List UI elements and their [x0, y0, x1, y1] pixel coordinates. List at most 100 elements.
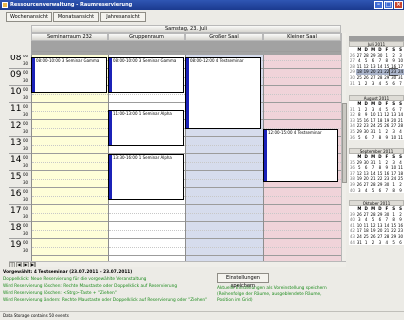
vertical-scrollbar[interactable] — [341, 33, 347, 262]
save-settings-button[interactable]: Einstellungen speichern — [217, 273, 269, 289]
half-hour-gridline — [32, 127, 108, 129]
calendar-day[interactable]: 4 — [363, 188, 370, 194]
calendar-day[interactable]: 4 — [377, 81, 384, 87]
resource-header-1[interactable]: Seminarraum 232 — [31, 33, 108, 41]
resource-header-4[interactable]: Kleiner Saal — [263, 33, 341, 41]
half-hour-gridline — [264, 59, 341, 61]
hour-gridline — [32, 187, 108, 188]
half-hour-gridline — [264, 229, 341, 231]
calendar-day[interactable]: 2 — [363, 81, 370, 87]
hour-gridline — [186, 204, 263, 205]
event-label: 08:00-12:00 4 Testseminar — [190, 58, 244, 63]
event-label: 12:00-15:00 4 Testseminar — [268, 130, 322, 135]
calendar-day[interactable]: 8 — [390, 188, 397, 194]
mini-calendar: September 2011 M D M D F S S 35 29 30 31 1 2 3 4 36 5 6 7 8 9… — [349, 148, 404, 194]
minute-label: 00 — [23, 138, 29, 143]
calendar-day[interactable]: 7 — [397, 81, 404, 87]
hour-gridline — [186, 51, 263, 52]
calendar-day[interactable]: 31 — [356, 240, 363, 246]
hour-gridline — [109, 238, 185, 239]
half-hour-gridline — [186, 229, 263, 231]
hour-gridline — [186, 153, 263, 154]
calendar-day[interactable]: 3 — [377, 240, 384, 246]
title-bar[interactable]: Ressourcenverwaltung - Raumreservierung … — [0, 0, 404, 10]
event-block[interactable]: 13:30-16:00 1 Seminar Alpha — [108, 154, 184, 200]
hour-gridline — [32, 238, 108, 239]
half-hour-gridline — [264, 76, 341, 78]
hour-gridline — [32, 119, 108, 120]
resource-header-3[interactable]: Großer Saal — [185, 33, 263, 41]
calendar-day[interactable]: 6 — [363, 135, 370, 141]
calendar-day[interactable]: 5 — [383, 81, 390, 87]
hour-label: 12 00 30 — [9, 119, 31, 136]
calendar-day[interactable]: 6 — [390, 81, 397, 87]
hour-number: 16 — [10, 189, 22, 199]
hour-gridline — [264, 102, 341, 103]
half-hour-gridline — [264, 195, 341, 197]
minute-label: 00 — [23, 172, 29, 177]
minute-label: 30 — [23, 61, 29, 66]
hour-label: 18 00 30 — [9, 221, 31, 238]
calendar-day[interactable]: 11 — [397, 135, 404, 141]
event-color-bar — [109, 155, 112, 199]
half-hour-gridline — [109, 93, 185, 95]
calendar-day[interactable]: 5 — [370, 188, 377, 194]
hint-line: Wird Reservierung löschen: <Strg>-Taste … — [3, 291, 117, 296]
hour-gridline — [32, 221, 108, 222]
calendar-day[interactable]: 10 — [390, 135, 397, 141]
minute-label: 30 — [23, 197, 29, 202]
calendar-day[interactable]: 5 — [356, 135, 363, 141]
event-color-bar — [109, 111, 112, 145]
calendar-day[interactable]: 6 — [377, 188, 384, 194]
half-hour-gridline — [32, 93, 108, 95]
minute-label: 00 — [23, 155, 29, 160]
half-hour-gridline — [109, 229, 185, 231]
event-block[interactable]: 11:00-13:00 1 Seminar Alpha — [108, 110, 184, 146]
settings-note: Position im Grid) — [217, 298, 253, 303]
hour-gridline — [186, 255, 263, 256]
event-block[interactable]: 12:00-15:00 4 Testseminar — [263, 129, 338, 182]
minute-label: 00 — [23, 189, 29, 194]
calendar-day[interactable]: 4 — [383, 240, 390, 246]
calendar-day[interactable]: 5 — [390, 240, 397, 246]
hour-gridline — [186, 136, 263, 137]
half-hour-gridline — [186, 161, 263, 163]
event-block[interactable]: 08:00-10:00 3 Seminar Gamma — [108, 57, 184, 93]
hour-gridline — [109, 204, 185, 205]
minimize-button[interactable]: – — [374, 1, 383, 9]
hour-gridline — [32, 204, 108, 205]
calendar-day[interactable]: 3 — [356, 188, 363, 194]
preselected-event: Vorgewählt: 4 Testseminar (23.07.2011 - … — [3, 270, 133, 275]
calendar-day[interactable]: 1 — [356, 81, 363, 87]
event-label: 13:30-16:00 1 Seminar Alpha — [113, 155, 172, 160]
calendar-day[interactable]: 1 — [363, 240, 370, 246]
event-block[interactable]: 08:00-12:00 4 Testseminar — [185, 57, 261, 129]
minute-label: 00 — [23, 87, 29, 92]
mini-calendar: Oktober 2011 M D M D F S S 39 26 27 28 29 30 1 2 40 3 4 5 6 7… — [349, 200, 404, 246]
calendar-day[interactable]: 8 — [377, 135, 384, 141]
status-bar: Data Storage contains 50 events — [0, 311, 404, 320]
event-block[interactable]: 08:00-10:00 3 Seminar Gamma — [31, 57, 107, 93]
maximize-button[interactable]: □ — [384, 1, 393, 9]
close-button[interactable]: × — [394, 1, 403, 9]
window-title: Ressourcenverwaltung - Raumreservierung — [10, 2, 133, 8]
half-hour-gridline — [32, 229, 108, 231]
minute-label: 00 — [23, 121, 29, 126]
calendar-day[interactable]: 3 — [370, 81, 377, 87]
minute-label: 30 — [23, 146, 29, 151]
hour-gridline — [264, 221, 341, 222]
month-view-button[interactable]: Monatsansicht — [53, 12, 99, 22]
calendar-day[interactable]: 2 — [370, 240, 377, 246]
calendar-day[interactable]: 7 — [370, 135, 377, 141]
hour-gridline — [186, 221, 263, 222]
week-view-button[interactable]: Wochenansicht — [6, 12, 52, 22]
calendar-day[interactable]: 9 — [397, 188, 404, 194]
event-label: 11:00-13:00 1 Seminar Alpha — [113, 111, 172, 116]
year-view-button[interactable]: Jahresansicht — [100, 12, 146, 22]
scrollbar-thumb[interactable] — [342, 103, 347, 183]
calendar-day[interactable]: 6 — [397, 240, 404, 246]
minute-label: 30 — [23, 95, 29, 100]
calendar-day[interactable]: 9 — [383, 135, 390, 141]
resource-header-2[interactable]: Gruppenraum — [108, 33, 185, 41]
calendar-day[interactable]: 7 — [383, 188, 390, 194]
